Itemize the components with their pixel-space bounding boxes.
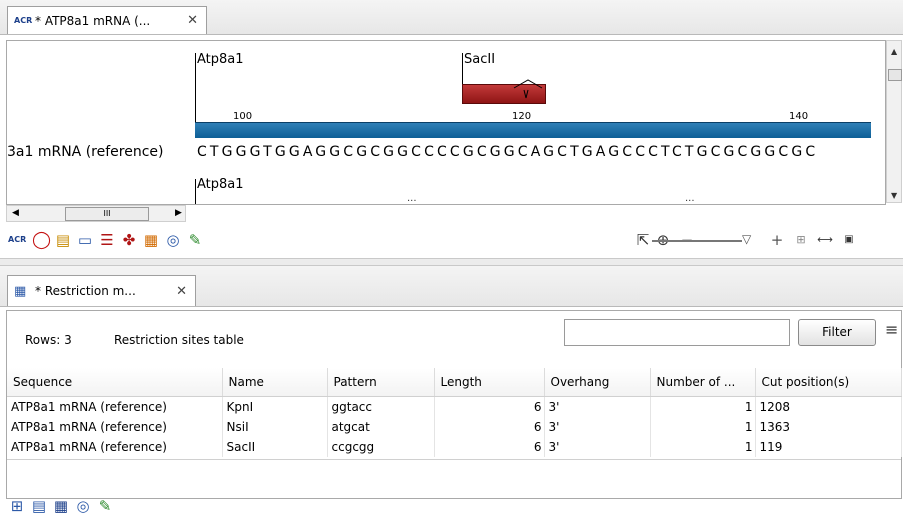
restriction-sites-icon[interactable]: ☰ [98,231,116,249]
cell-cut-position[interactable]: 119 [755,437,902,457]
filter-button[interactable]: Filter [798,319,876,346]
text-view-icon[interactable]: ▭ [76,231,94,249]
vertical-scrollbar[interactable]: ▲ ▼ [886,40,902,203]
scroll-thumb-horizontal[interactable]: III [65,207,149,221]
table-row[interactable]: ATP8a1 mRNA (reference) NsiI atgcat 6 3'… [7,417,902,437]
notes-icon[interactable]: ✎ [186,231,204,249]
table-title: Restriction sites table [114,333,244,347]
translation-icon[interactable]: ▦ [142,231,160,249]
feature-label-sacii[interactable]: SacII [464,52,495,67]
selection-mode-icon[interactable]: ⇱ [634,231,652,249]
fit-width-icon[interactable]: ⊞ [792,231,810,249]
cell-name[interactable]: SacII [222,437,328,457]
tab-title: * ATP8a1 mRNA (... [35,13,151,28]
circular-view-icon[interactable]: ◯ [32,231,51,249]
ruler-ellipsis: ... [685,193,695,204]
cell-number[interactable]: 1 [650,437,756,457]
row-count-label: Rows: 3 [25,333,72,347]
sequence-track-bar[interactable] [195,122,871,138]
notes-icon[interactable]: ✎ [96,497,114,515]
cell-sequence[interactable]: ATP8a1 mRNA (reference) [7,437,223,457]
cell-sequence[interactable]: ATP8a1 mRNA (reference) [7,417,223,437]
cell-name[interactable]: NsiI [222,417,328,437]
top-tab-strip: ACR * ATP8a1 mRNA (... ✕ [0,0,903,35]
cell-pattern[interactable]: ggtacc [327,396,435,417]
ruler-tick-100: 100 [233,111,253,122]
table-view-icon[interactable]: ▦ [52,497,70,515]
view-splitter[interactable] [0,258,903,266]
scroll-right-icon[interactable]: ▶ [175,208,182,218]
restriction-sites-panel: Rows: 3 Restriction sites table Filter ≡… [6,310,902,499]
ruler-tick-140: 140 [789,111,809,122]
cell-name[interactable]: KpnI [222,396,328,417]
cut-site-marker-icon [513,79,543,99]
history-icon[interactable]: ◎ [164,231,182,249]
atp8a1-feature-line-2 [195,179,196,204]
table-row[interactable]: ATP8a1 mRNA (reference) KpnI ggtacc 6 3'… [7,396,902,417]
bottom-tab-strip: ▦ * Restriction m... ✕ [0,266,903,307]
zoom-slider-knob-icon[interactable]: ▽ [742,232,751,246]
scroll-down-icon[interactable]: ▼ [891,191,897,200]
column-header-sequence[interactable]: Sequence [7,368,223,397]
scroll-left-icon[interactable]: ◀ [12,208,19,218]
ruler-ellipsis: ... [407,193,417,204]
column-header-cut-positions[interactable]: Cut position(s) [755,368,902,397]
table-row[interactable]: ATP8a1 mRNA (reference) SacII ccgcgg 6 3… [7,437,902,457]
filter-input[interactable] [564,319,790,346]
close-tab-icon[interactable]: ✕ [187,13,198,28]
cell-length[interactable]: 6 [434,437,545,457]
cell-cut-position[interactable]: 1208 [755,396,902,417]
table-footer [7,459,901,478]
text-view-icon[interactable]: ▤ [30,497,48,515]
cell-overhang[interactable]: 3' [544,396,651,417]
zoom-to-base-level-icon[interactable]: ▣ [840,231,858,249]
table-icon: ▦ [14,283,27,299]
cell-length[interactable]: 6 [434,417,545,437]
view-toolbar: ACR ◯ ▤ ▭ ☰ ✤ ▦ ◎ ✎ ⇱ ⊕ − + ⊞ ⟷ ▣ [6,227,896,253]
cell-overhang[interactable]: 3' [544,437,651,457]
tab-restriction-map[interactable]: ▦ * Restriction m... ✕ [7,275,196,306]
zoom-in-icon[interactable]: + [768,231,786,249]
cell-length[interactable]: 6 [434,396,545,417]
filter-options-icon[interactable]: ≡ [885,320,898,339]
tab-title: * Restriction m... [35,284,136,298]
column-header-name[interactable]: Name [222,368,328,397]
feature-label-atp8a1-2[interactable]: Atp8a1 [197,177,244,192]
sequence-residues[interactable]: CTGGGTGGAGGCGCGGCCCCGCGGCAGCTGAGCCCTCTGC… [197,144,818,160]
cell-overhang[interactable]: 3' [544,417,651,437]
atp8a1-feature-line [195,53,196,123]
sequence-view[interactable]: Atp8a1 SacII 100 120 140 3a1 mRNA (refer… [6,40,886,205]
sequence-name-label: 3a1 mRNA (reference) [7,144,164,160]
sequence-acr-icon: ACR [14,16,33,25]
zoom-slider-track[interactable] [652,240,742,242]
history-icon[interactable]: ◎ [74,497,92,515]
fit-selection-icon[interactable]: ⟷ [816,231,834,249]
horizontal-scrollbar[interactable]: ◀ III ▶ [6,205,186,222]
cell-sequence[interactable]: ATP8a1 mRNA (reference) [7,396,223,417]
table-header-row: Sequence Name Pattern Length Overhang Nu… [7,368,902,397]
cell-number[interactable]: 1 [650,417,756,437]
cell-pattern[interactable]: atgcat [327,417,435,437]
cell-number[interactable]: 1 [650,396,756,417]
column-header-length[interactable]: Length [434,368,545,397]
scroll-up-icon[interactable]: ▲ [891,47,897,56]
cell-cut-position[interactable]: 1363 [755,417,902,437]
feature-label-atp8a1[interactable]: Atp8a1 [197,52,244,67]
restriction-sites-table: Sequence Name Pattern Length Overhang Nu… [7,368,902,457]
cell-pattern[interactable]: ccgcgg [327,437,435,457]
table-view-toolbar: ⊞ ▤ ▦ ◎ ✎ [6,496,306,518]
tab-atp8a1-mrna[interactable]: ACR * ATP8a1 mRNA (... ✕ [7,6,207,34]
close-tab-icon[interactable]: ✕ [176,284,187,299]
column-header-pattern[interactable]: Pattern [327,368,435,397]
sequence-view-icon[interactable]: ACR [8,231,26,249]
annotation-table-icon[interactable]: ▤ [54,231,72,249]
graphical-view-icon[interactable]: ⊞ [8,497,26,515]
scroll-thumb[interactable] [888,69,902,81]
column-header-overhang[interactable]: Overhang [544,368,651,397]
primer-designer-icon[interactable]: ✤ [120,231,138,249]
column-header-number-of[interactable]: Number of ... [650,368,756,397]
ruler-tick-120: 120 [512,111,532,122]
